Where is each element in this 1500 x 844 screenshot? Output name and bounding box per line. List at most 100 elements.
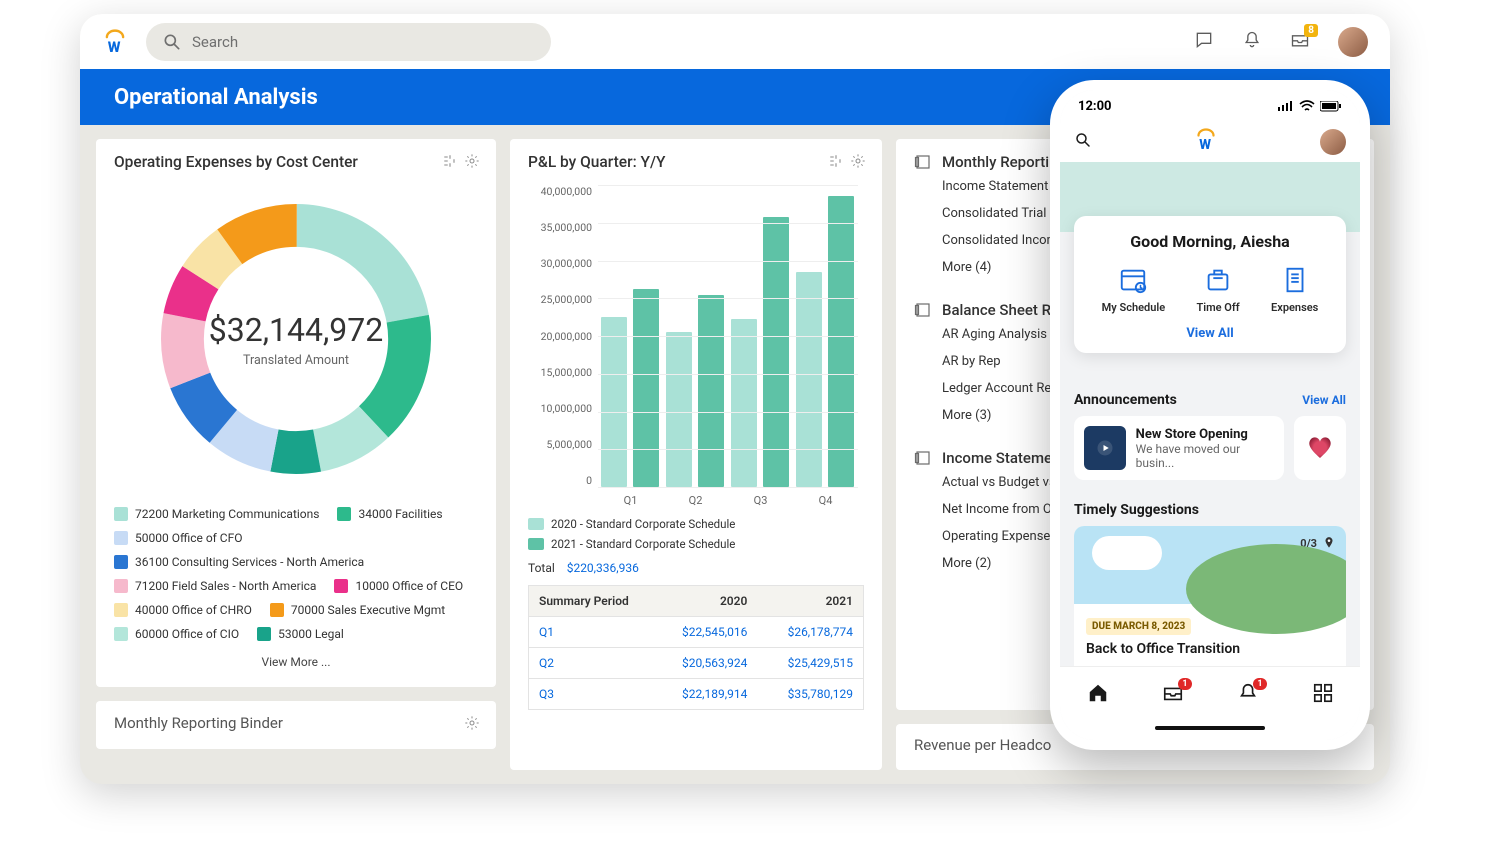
nav-bell-icon[interactable]: 1 — [1237, 682, 1259, 708]
suitcase-icon — [1203, 265, 1233, 295]
phone-statusbar: 12:00 — [1060, 90, 1360, 122]
td-q3-a[interactable]: $22,189,914 — [652, 679, 758, 709]
pin-icon — [1322, 536, 1336, 550]
announcement-card-2[interactable] — [1294, 416, 1346, 480]
bar-chart-legend: 2020 - Standard Corporate Schedule 2021 … — [528, 517, 864, 551]
battery-icon — [1320, 101, 1342, 112]
chat-icon[interactable] — [1194, 30, 1214, 54]
wifi-icon — [1299, 100, 1315, 112]
quick-time-off[interactable]: Time Off — [1196, 265, 1239, 314]
nav-bell-badge: 1 — [1253, 678, 1266, 690]
nav-inbox-badge: 1 — [1178, 678, 1191, 690]
announcement-card[interactable]: New Store Opening We have moved our busi… — [1074, 416, 1284, 480]
nav-inbox-icon[interactable]: 1 — [1162, 682, 1184, 708]
timely-header: Timely Suggestions — [1074, 502, 1199, 518]
card-pl-by-quarter: P&L by Quarter: Y/Y 40,000,00035,000,000… — [510, 139, 882, 770]
avatar[interactable] — [1320, 129, 1346, 155]
phone-bottom-nav: 1 1 — [1060, 666, 1360, 722]
gear-icon[interactable] — [850, 153, 866, 173]
td-q1-a[interactable]: $22,545,016 — [652, 617, 758, 647]
journey-illustration: 0/3 — [1074, 526, 1346, 604]
bell-icon[interactable] — [1242, 30, 1262, 54]
greeting-card: Good Morning, Aiesha My Schedule Time Of… — [1074, 216, 1346, 353]
announcement-title: New Store Opening — [1136, 427, 1274, 442]
legend-item[interactable]: 50000 Office of CFO — [114, 531, 243, 545]
greeting-text: Good Morning, Aiesha — [1086, 232, 1334, 251]
td-q2-a[interactable]: $20,563,924 — [652, 648, 758, 678]
th-2020: 2020 — [652, 586, 758, 616]
search-icon[interactable] — [1074, 131, 1092, 153]
receipt-icon — [1280, 265, 1310, 295]
td-q3[interactable]: Q3 — [529, 679, 652, 709]
journey-progress: 0/3 — [1300, 536, 1336, 550]
calendar-icon — [1118, 265, 1148, 295]
play-icon — [1084, 426, 1126, 470]
mobile-phone: 12:00 W Good Morning, Aiesha My Schedule — [1050, 80, 1370, 750]
gear-icon[interactable] — [464, 153, 480, 173]
legend-item[interactable]: 72200 Marketing Communications — [114, 507, 319, 521]
legend-item[interactable]: 36100 Consulting Services - North Americ… — [114, 555, 364, 569]
donut-center-label: Translated Amount — [243, 353, 349, 368]
th-period: Summary Period — [529, 586, 652, 616]
view-more-link[interactable]: View More ... — [114, 655, 478, 669]
nav-apps-icon[interactable] — [1312, 682, 1334, 708]
quick-my-schedule[interactable]: My Schedule — [1102, 265, 1165, 314]
announcements-view-all[interactable]: View All — [1302, 393, 1346, 407]
filter-icon[interactable] — [828, 153, 844, 173]
nav-home-icon[interactable] — [1087, 682, 1109, 708]
inbox-badge: 8 — [1304, 24, 1318, 37]
card-title: Monthly Reporting Binder — [114, 714, 283, 732]
announcements-header: Announcements — [1074, 392, 1177, 408]
legend-item[interactable]: 70000 Sales Executive Mgmt — [270, 603, 445, 617]
workday-logo: W — [102, 29, 128, 55]
td-q3-b[interactable]: $35,780,129 — [757, 679, 863, 709]
bar-chart: 40,000,00035,000,00030,000,00025,000,000… — [528, 181, 864, 511]
report-group-title[interactable]: Balance Sheet R — [942, 301, 1051, 319]
report-group-title[interactable]: Income Stateme — [942, 449, 1052, 467]
journey-card[interactable]: 0/3 DUE MARCH 8, 2023 Back to Office Tra… — [1074, 526, 1346, 666]
quick-expenses[interactable]: Expenses — [1271, 265, 1318, 314]
donut-center-value: $32,144,972 — [209, 311, 383, 349]
avatar[interactable] — [1338, 27, 1368, 57]
legend-item[interactable]: 40000 Office of CHRO — [114, 603, 252, 617]
search-input[interactable]: Search — [146, 23, 551, 61]
card-title: Operating Expenses by Cost Center — [114, 153, 478, 171]
due-badge: DUE MARCH 8, 2023 — [1086, 618, 1191, 635]
donut-legend: 72200 Marketing Communications 34000 Faci… — [114, 507, 478, 641]
search-icon — [162, 32, 182, 52]
announcement-sub: We have moved our busin... — [1136, 442, 1274, 470]
legend-item[interactable]: 34000 Facilities — [337, 507, 442, 521]
legend-item[interactable]: 60000 Office of CIO — [114, 627, 239, 641]
legend-item[interactable]: 10000 Office of CEO — [334, 579, 463, 593]
td-q2[interactable]: Q2 — [529, 648, 652, 678]
summary-table: Summary Period 2020 2021 Q1 $22,545,016 … — [528, 585, 864, 710]
report-group-title[interactable]: Monthly Reporti — [942, 153, 1049, 171]
search-placeholder: Search — [192, 33, 238, 51]
timely-suggestions-section: Timely Suggestions 0/3 DUE MARCH 8, 2023… — [1074, 502, 1346, 666]
topbar-actions: 8 — [1194, 27, 1368, 57]
phone-header: W — [1060, 122, 1360, 162]
inbox-icon[interactable]: 8 — [1290, 30, 1310, 54]
topbar: W Search 8 — [80, 14, 1390, 69]
signal-icon — [1278, 101, 1294, 111]
td-q2-b[interactable]: $25,429,515 — [757, 648, 863, 678]
td-q1[interactable]: Q1 — [529, 617, 652, 647]
td-q1-b[interactable]: $26,178,774 — [757, 617, 863, 647]
view-all-link[interactable]: View All — [1186, 326, 1233, 341]
home-indicator — [1060, 722, 1360, 740]
donut-chart: $32,144,972 Translated Amount — [114, 189, 478, 489]
chart-total: Total $220,336,936 — [528, 561, 864, 575]
svg-text:W: W — [1199, 137, 1211, 152]
gear-icon[interactable] — [464, 715, 480, 735]
legend-series-a: 2020 - Standard Corporate Schedule — [551, 517, 735, 531]
legend-item[interactable]: 53000 Legal — [257, 627, 344, 641]
legend-item[interactable]: 71200 Field Sales - North America — [114, 579, 316, 593]
filter-icon[interactable] — [442, 153, 458, 173]
status-indicators — [1278, 100, 1342, 112]
journey-title: Back to Office Transition — [1086, 641, 1334, 657]
status-time: 12:00 — [1078, 99, 1112, 114]
svg-text:W: W — [108, 37, 121, 54]
workday-logo: W — [1194, 128, 1218, 156]
total-value[interactable]: $220,336,936 — [567, 561, 639, 575]
card-title: Revenue per Headco — [914, 736, 1051, 754]
